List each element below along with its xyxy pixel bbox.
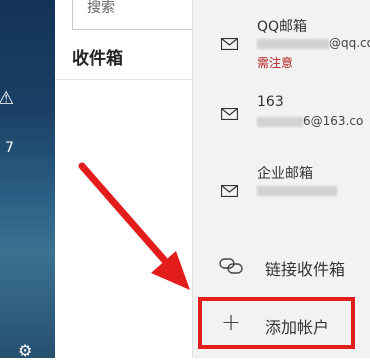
gear-icon[interactable]: ⚙ bbox=[18, 341, 32, 360]
message-list-pane: 收件箱 bbox=[55, 0, 192, 358]
account-item-qq[interactable]: QQ邮箱 @qq.co 需注意 bbox=[193, 16, 370, 86]
account-name: 企业邮箱 bbox=[257, 166, 313, 182]
account-address bbox=[257, 183, 337, 197]
account-address: @qq.co bbox=[257, 36, 370, 50]
link-inbox-button[interactable]: 链接收件箱 bbox=[193, 248, 370, 284]
left-navigation-rail: ⚠ 7 ⚙ bbox=[0, 0, 55, 360]
mail-icon bbox=[221, 185, 238, 197]
search-input[interactable] bbox=[85, 0, 189, 17]
mail-icon bbox=[221, 108, 238, 120]
link-inbox-label: 链接收件箱 bbox=[265, 260, 346, 279]
account-status: 需注意 bbox=[257, 56, 294, 70]
account-name: 163 bbox=[257, 94, 284, 110]
unread-count: 7 bbox=[5, 140, 14, 156]
account-item-enterprise[interactable]: 企业邮箱 bbox=[193, 163, 370, 233]
divider bbox=[55, 79, 192, 80]
search-box[interactable] bbox=[72, 0, 192, 30]
warning-icon[interactable]: ⚠ bbox=[0, 88, 14, 109]
mail-icon bbox=[221, 38, 238, 50]
account-item-163[interactable]: 163 6@163.co bbox=[193, 94, 370, 164]
account-address: 6@163.co bbox=[257, 114, 363, 128]
link-icon bbox=[219, 258, 243, 274]
folder-title: 收件箱 bbox=[72, 49, 123, 69]
account-name: QQ邮箱 bbox=[257, 19, 308, 35]
highlight-box bbox=[198, 297, 355, 349]
